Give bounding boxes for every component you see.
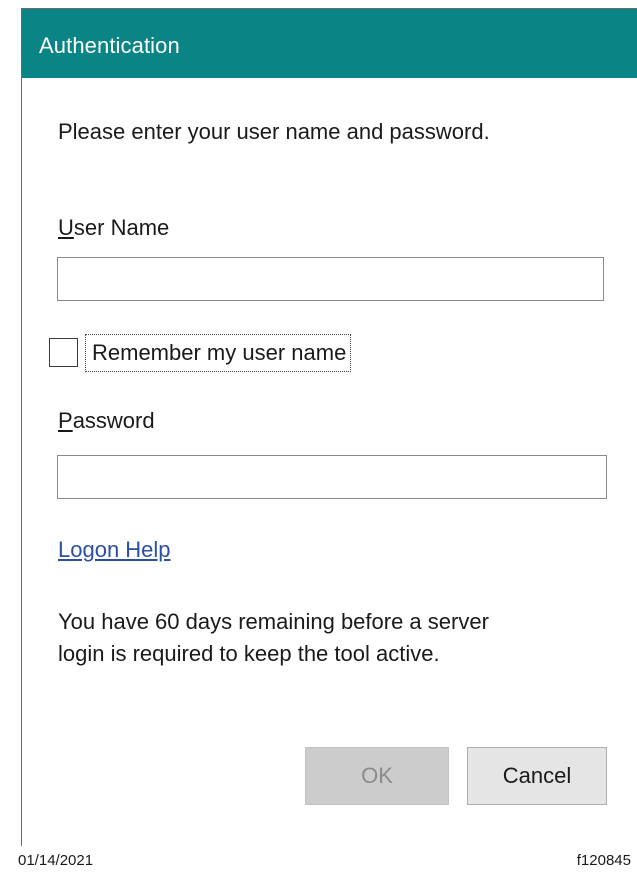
username-input[interactable] — [57, 257, 604, 301]
cancel-button-label: Cancel — [502, 763, 572, 788]
figure-date: 01/14/2021 — [18, 852, 94, 869]
title-bar: Authentication — [22, 9, 637, 78]
password-input[interactable] — [57, 455, 607, 499]
username-label-accelerator: U — [58, 215, 74, 240]
instruction-text: Please enter your user name and password… — [58, 119, 490, 144]
remember-username-label: Remember my user name — [92, 340, 347, 365]
remember-username-checkbox[interactable] — [49, 338, 78, 367]
username-label: User Name — [58, 215, 169, 241]
password-label-accelerator: P — [58, 408, 73, 433]
authentication-dialog: Authentication Please enter your user na… — [21, 8, 637, 846]
password-label: Password — [58, 408, 155, 434]
figure-id: f120845 — [576, 852, 631, 869]
username-label-text: ser Name — [73, 215, 170, 240]
remember-username-focus-outline[interactable]: Remember my user name — [85, 334, 352, 372]
ok-button[interactable]: OK — [305, 747, 449, 805]
logon-help-link[interactable]: Logon Help — [58, 537, 171, 563]
password-label-text: assword — [72, 408, 155, 433]
server-login-notice: You have 60 days remaining before a serv… — [58, 606, 598, 670]
notice-line-2: login is required to keep the tool activ… — [58, 641, 440, 666]
notice-line-1: You have 60 days remaining before a serv… — [58, 609, 489, 634]
dialog-title: Authentication — [39, 33, 180, 58]
ok-button-label: OK — [361, 763, 393, 788]
cancel-button[interactable]: Cancel — [467, 747, 607, 805]
